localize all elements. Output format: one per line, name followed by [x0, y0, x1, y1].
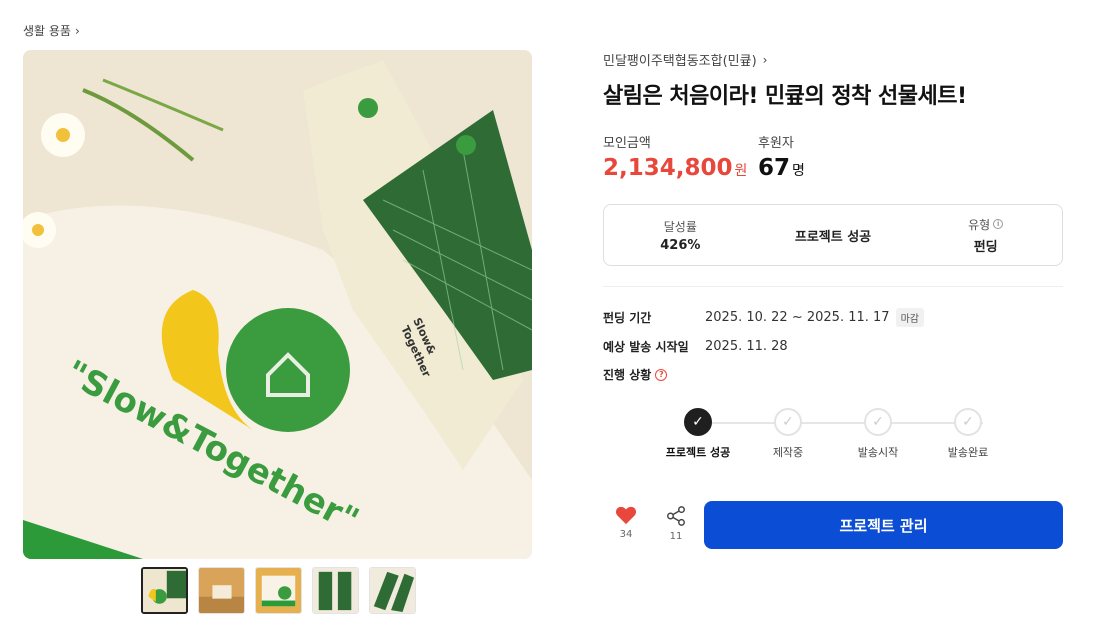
share-count: 11 — [669, 531, 683, 542]
ship-value: 2025. 11. 28 — [705, 339, 788, 354]
step-label: 프로젝트 성공 — [665, 446, 731, 459]
creator-link[interactable]: 민달팽이주택협동조합(민큪) › — [603, 50, 768, 70]
creator-name[interactable]: 민달팽이주택협동조합(민큪) — [603, 50, 757, 69]
breadcrumb[interactable]: 생활 용품 › — [23, 22, 80, 39]
divider — [603, 286, 1063, 287]
funding-period-row: 펀딩 기간 2025. 10. 22 ~ 2025. 11. 17 마감 — [603, 308, 924, 327]
manage-project-button[interactable]: 프로젝트 관리 — [704, 501, 1063, 549]
backers-number: 67 — [758, 155, 791, 181]
step-shipping-done: ✓ 발송완료 — [933, 408, 1003, 460]
status-text: 프로젝트 성공 — [794, 229, 872, 245]
step-shipping-start: ✓ 발송시작 — [843, 408, 913, 460]
backers-label: 후원자 — [758, 136, 794, 151]
thumbnail-2[interactable] — [198, 567, 245, 614]
thumbnail-5[interactable] — [369, 567, 416, 614]
ship-date-row: 예상 발송 시작일 2025. 11. 28 — [603, 338, 788, 355]
chevron-right-icon: › — [74, 23, 80, 38]
like-button[interactable]: 34 — [613, 505, 639, 540]
progress-steps: ✓ 프로젝트 성공 ✓ 제작중 ✓ 발송시작 ✓ 발송완료 — [663, 408, 1023, 464]
progress-label: 진행 상황 — [603, 368, 652, 382]
period-label: 펀딩 기간 — [603, 311, 652, 325]
breadcrumb-category[interactable]: 생활 용품 — [23, 22, 71, 39]
amount-number: 2,134,800 — [603, 155, 733, 181]
check-icon: ✓ — [864, 408, 892, 436]
main-product-image: "Slow&Together" Slow& Together — [23, 50, 532, 559]
amount-value: 2,134,800 원 — [603, 155, 747, 181]
closed-badge: 마감 — [895, 308, 924, 327]
thumbnail-1[interactable] — [141, 567, 188, 614]
thumbnail-3[interactable] — [255, 567, 302, 614]
amount-unit: 원 — [734, 163, 748, 179]
backers-value: 67 명 — [758, 155, 805, 181]
rate-label: 달성률 — [663, 219, 697, 234]
type-value: 펀딩 — [973, 239, 998, 255]
ship-label: 예상 발송 시작일 — [603, 340, 689, 354]
type-label-wrap: 유형 i — [968, 216, 1004, 233]
step-label: 발송완료 — [947, 446, 989, 459]
type-label: 유형 — [968, 217, 991, 232]
amount-label: 모인금액 — [603, 136, 651, 151]
check-icon: ✓ — [684, 408, 712, 436]
achievement-rate: 달성률 426% — [604, 205, 757, 265]
like-count: 34 — [619, 529, 633, 540]
step-project-success: ✓ 프로젝트 성공 — [663, 408, 733, 460]
share-icon — [667, 506, 685, 526]
step-production: ✓ 제작중 — [753, 408, 823, 460]
backers-unit: 명 — [792, 163, 805, 179]
product-title: 살림은 처음이라! 민큪의 정착 선물세트! — [603, 84, 967, 109]
project-type: 유형 i 펀딩 — [909, 205, 1062, 265]
rate-value: 426% — [660, 237, 701, 253]
heart-icon — [615, 506, 637, 525]
step-label: 발송시작 — [857, 446, 899, 459]
check-icon: ✓ — [954, 408, 982, 436]
info-box: 달성률 426% 프로젝트 성공 유형 i 펀딩 — [603, 204, 1063, 266]
help-icon[interactable]: ? — [655, 368, 668, 381]
step-label: 제작중 — [772, 446, 804, 459]
check-icon: ✓ — [774, 408, 802, 436]
chevron-right-icon: › — [762, 52, 768, 67]
share-button[interactable]: 11 — [663, 505, 689, 542]
progress-label-wrap: 진행 상황 ? — [603, 366, 705, 383]
period-value-wrap: 2025. 10. 22 ~ 2025. 11. 17 마감 — [705, 308, 924, 327]
thumbnail-strip — [141, 567, 416, 614]
thumbnail-4[interactable] — [312, 567, 359, 614]
progress-row: 진행 상황 ? — [603, 366, 705, 383]
period-value: 2025. 10. 22 ~ 2025. 11. 17 — [705, 310, 890, 325]
project-status: 프로젝트 성공 — [757, 205, 910, 265]
info-icon[interactable]: i — [993, 219, 1004, 229]
